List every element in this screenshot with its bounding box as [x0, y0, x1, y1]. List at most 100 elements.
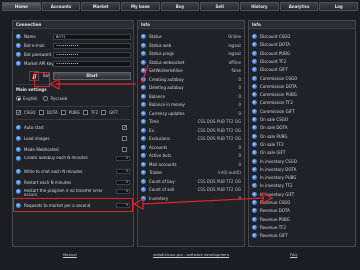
status-dot-icon [252, 133, 257, 139]
divider [16, 106, 130, 107]
status-dot-icon [252, 233, 257, 239]
api-key-field[interactable]: ••••••••••• [53, 61, 131, 67]
info2-row: Commission TF2 [252, 99, 352, 106]
pubg-label: PUBG [68, 110, 80, 115]
dev-link[interactable]: webdivision.pro - software development [153, 252, 229, 257]
info2-row: Revenue GIFT [252, 232, 352, 239]
info-row: Exclusions CSS DOS PUB TF2 OG [141, 135, 241, 142]
gift-label: GIFT [109, 110, 119, 115]
manual-link[interactable]: Manual [63, 252, 77, 257]
auto-start-checkbox[interactable] [122, 125, 127, 131]
info-row: Ex. CSS DOS PUB TF2 OG [141, 127, 241, 134]
info2-row: In inventory DOTA [252, 166, 352, 173]
tab-my-base[interactable]: My base [121, 2, 160, 11]
info2-row: On sale CSGO [252, 116, 352, 123]
dota-checkbox[interactable] [38, 110, 44, 115]
dota-label: DOTA [46, 110, 58, 115]
restart-program-input[interactable]: 0 [116, 189, 130, 194]
create-autobuy-input[interactable]: 0 [116, 156, 130, 161]
gift-checkbox[interactable] [101, 110, 107, 115]
create-autobuy-row: Create autobuy each N minutes 0 [16, 156, 130, 165]
info2-row: Discount PUBG [252, 50, 352, 57]
load-images-row: Load images [16, 135, 130, 142]
tab-log[interactable]: Log [319, 2, 359, 11]
russian-radio[interactable] [43, 96, 49, 101]
info-row: SetWorkerIsAlive false [141, 67, 241, 74]
info2-label: On sale DOTA [260, 125, 288, 131]
info-label: Balance in money [149, 102, 185, 107]
info2-row: In inventory PUBG [252, 174, 352, 181]
status-dot-icon [252, 42, 257, 48]
status-dot-icon [252, 125, 257, 131]
info-label: Accounts [149, 144, 168, 150]
info2-label: In inventory CSGO [260, 158, 297, 164]
info-label: Time [149, 119, 159, 124]
status-dot-icon [141, 136, 146, 141]
pubg-checkbox[interactable] [60, 110, 66, 115]
info-value: Online [228, 34, 241, 39]
bot-icon-highlight [34, 72, 50, 87]
info-label: Creating autobuy [149, 76, 184, 82]
restart-bot-input[interactable]: 0 [116, 180, 130, 185]
info2-label: Discount DOTA [260, 42, 290, 48]
tab-accounts[interactable]: Accounts [41, 2, 81, 11]
status-dot-icon [252, 175, 257, 181]
restart-bot-label: Restart each N minutes [24, 180, 72, 185]
faq-link[interactable]: FAQ [290, 252, 297, 257]
csgo-checkbox[interactable] [16, 110, 21, 116]
gear-icon [16, 34, 21, 39]
status-dot-icon [252, 166, 257, 172]
info-row: Accounts 0 [141, 144, 241, 151]
info-label: Active bots [149, 153, 172, 158]
info2-label: In inventory TF2 [260, 183, 293, 189]
info2-label: Revenue GIFT [260, 233, 288, 239]
gear-icon [16, 169, 21, 174]
info2-row: On sale DOTA [252, 124, 352, 131]
english-radio[interactable] [16, 96, 21, 101]
info2-label: On sale GIFT [260, 150, 286, 156]
status-dot-icon [141, 170, 146, 175]
chat-input[interactable]: 0 [116, 169, 130, 174]
chat-label: Write to chat each N minutes [24, 169, 83, 174]
status-dot-icon [141, 119, 146, 124]
info2-label: In inventory DOTA [260, 166, 297, 172]
annotation-arrow-bottom [132, 191, 274, 211]
connection-title: Connection [13, 21, 133, 29]
info-value: 0 [238, 161, 241, 167]
info-value: offline [228, 59, 241, 65]
status-dot-icon [252, 34, 257, 39]
mode-webhosted-checkbox[interactable] [122, 147, 127, 152]
status-dot-icon [252, 150, 257, 156]
password-field[interactable]: ••••••••••• [53, 52, 131, 58]
info-label: Ex. [149, 127, 156, 133]
tab-market[interactable]: Market [81, 2, 121, 11]
info2-title: Info [249, 21, 355, 29]
auto-start-row: Auto start [16, 124, 130, 131]
load-images-checkbox[interactable] [122, 136, 127, 141]
tab-analytics[interactable]: Analytics [279, 2, 319, 11]
info-row: Active bots 0 [141, 152, 241, 159]
tab-home[interactable]: Home [2, 2, 41, 11]
status-dot-icon [141, 34, 146, 39]
create-autobuy-label: Create autobuy each N minutes [24, 156, 88, 160]
info2-label: Commission TF2 [260, 100, 293, 106]
info-value: 0 [238, 153, 241, 158]
info2-label: Discount CSGO [260, 34, 291, 39]
tab-buy[interactable]: Buy [160, 2, 200, 11]
tf2-checkbox[interactable] [82, 110, 88, 115]
info2-label: Revenue TF2 [260, 224, 286, 230]
info2-row: In inventory TF2 [252, 182, 352, 189]
info2-row: Commission CSGO [252, 75, 352, 82]
info-label: Status web [149, 42, 172, 48]
name-input[interactable]: BOT1 [53, 34, 131, 40]
status-dot-icon [252, 158, 257, 164]
info-row: Status websocket offline [141, 59, 241, 66]
info2-label: Discount TF2 [260, 58, 287, 64]
tab-sell[interactable]: Sell [200, 2, 240, 11]
tab-history[interactable]: History [240, 2, 279, 11]
info2-row: Revenue TF2 [252, 224, 352, 231]
gear-icon [16, 52, 21, 57]
info-label: Deleting autobuy [149, 85, 184, 90]
info2-row: Commission GIFT [252, 108, 352, 115]
email-field[interactable]: ••••••••••• [53, 43, 131, 49]
